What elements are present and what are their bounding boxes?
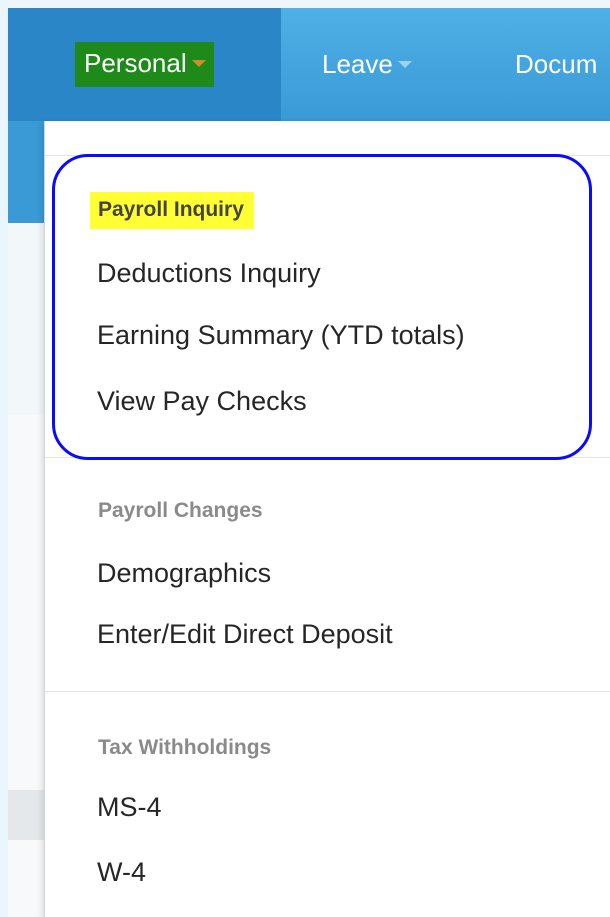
nav-leave[interactable]: Leave (322, 8, 412, 121)
background-band (8, 640, 44, 790)
menu-item-deductions-inquiry[interactable]: Deductions Inquiry (97, 258, 321, 289)
nav-personal[interactable]: Personal (75, 8, 214, 121)
menu-divider (45, 691, 610, 692)
menu-item-view-pay-checks[interactable]: View Pay Checks (97, 386, 307, 417)
menu-item-earning-summary[interactable]: Earning Summary (YTD totals) (97, 320, 465, 351)
background-band (8, 840, 44, 917)
menu-item-demographics[interactable]: Demographics (97, 558, 271, 589)
menu-item-direct-deposit[interactable]: Enter/Edit Direct Deposit (97, 619, 393, 650)
nav-personal-label: Personal (84, 48, 187, 78)
nav-leave-label: Leave (322, 49, 393, 79)
nav-personal-highlight: Personal (75, 42, 214, 87)
nav-documents[interactable]: Docum (515, 8, 597, 121)
menu-header-payroll-inquiry: Payroll Inquiry (90, 192, 254, 229)
menu-header-payroll-changes: Payroll Changes (98, 499, 263, 522)
background-band (8, 415, 44, 485)
caret-down-icon (397, 61, 412, 68)
nav-documents-label: Docum (515, 49, 598, 79)
menu-header-tax-withholdings: Tax Withholdings (98, 736, 272, 759)
caret-down-icon (191, 60, 206, 67)
personal-dropdown-menu: Payroll Inquiry Deductions Inquiry Earni… (44, 121, 610, 917)
menu-divider (45, 155, 610, 156)
background-band (8, 790, 44, 840)
background-band (8, 155, 44, 223)
top-navbar: Personal Leave Docum (8, 8, 610, 121)
background-band (8, 121, 44, 155)
page-frame (0, 0, 8, 917)
background-band (8, 485, 44, 640)
menu-item-ms-4[interactable]: MS-4 (97, 792, 162, 823)
menu-item-w-4[interactable]: W-4 (97, 857, 146, 888)
menu-divider (45, 457, 610, 458)
background-band (8, 223, 44, 415)
